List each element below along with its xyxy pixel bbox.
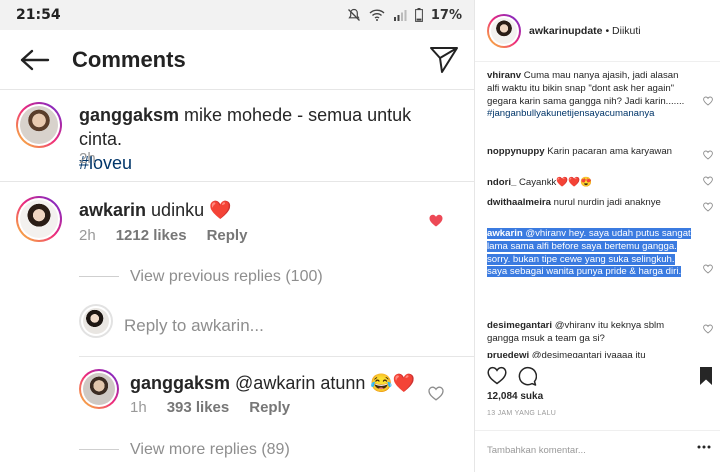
comment-username[interactable]: awkarin: [79, 200, 146, 220]
wifi-icon: [369, 9, 385, 21]
post-user: awkarinupdate • Diikuti: [529, 25, 641, 37]
heart-filled-icon[interactable]: [429, 214, 443, 227]
post-username[interactable]: awkarinupdate: [529, 25, 603, 37]
avatar[interactable]: [487, 13, 521, 48]
battery-icon: [414, 8, 423, 22]
comment-icon[interactable]: [517, 366, 537, 386]
more-options-icon[interactable]: [697, 445, 711, 449]
list-item: ndori_ Cayankk❤️❤️😍: [487, 177, 593, 188]
post-header: awkarinupdate • Diikuti: [475, 0, 720, 62]
comment-likes[interactable]: 1212 likes: [116, 227, 187, 244]
reply-input[interactable]: Reply to awkarin...: [124, 316, 264, 336]
heart-outline-icon[interactable]: [703, 324, 713, 334]
reply-meta: 1h 393 likes Reply: [130, 399, 290, 416]
comment-time: 2h: [79, 227, 96, 244]
back-button[interactable]: [0, 30, 70, 90]
heart-outline-icon[interactable]: [703, 150, 713, 160]
caption-text: ganggaksm mike mohede - semua untuk cint…: [79, 105, 412, 173]
battery-percent: 17%: [430, 7, 462, 23]
list-item-selected: awkarin @vhiranv hey. saya udah putus sa…: [487, 228, 691, 278]
divider-line: [79, 449, 119, 450]
mute-icon: [347, 8, 360, 21]
avatar[interactable]: [16, 102, 62, 148]
heart-outline-icon[interactable]: [703, 264, 713, 274]
signal-icon: [393, 10, 407, 21]
list-item: vhiranv Cuma mau nanya ajasih, jadi alas…: [487, 70, 685, 120]
add-comment-input[interactable]: Tambahkan komentar...: [487, 445, 586, 456]
status-icons: 17%: [347, 8, 462, 23]
desktop-post-panel: awkarinupdate • Diikuti vhiranv Cuma mau…: [474, 0, 720, 472]
likes-count[interactable]: 12,084 suka: [487, 391, 543, 402]
divider: [79, 356, 474, 357]
divider-line: [79, 276, 119, 277]
view-previous-replies[interactable]: View previous replies (100): [130, 268, 323, 286]
comment-meta: 2h 1212 likes Reply: [79, 227, 247, 244]
page-title: Comments: [72, 46, 186, 72]
avatar: [79, 304, 113, 338]
avatar[interactable]: [16, 196, 62, 242]
list-item: desimegantari @vhiranv itu keknya sblm g…: [487, 320, 665, 344]
app-bar: Comments: [0, 30, 474, 90]
reply-likes[interactable]: 393 likes: [167, 399, 230, 416]
direct-send-icon[interactable]: [428, 44, 460, 76]
add-comment-bar: Tambahkan komentar...: [475, 430, 720, 472]
follow-state[interactable]: • Diikuti: [603, 25, 640, 37]
caption-username[interactable]: ganggaksm: [79, 105, 179, 125]
heart-outline-icon[interactable]: [703, 96, 713, 106]
avatar[interactable]: [79, 369, 119, 409]
status-bar: 21:54 17%: [0, 0, 474, 30]
heart-outline-icon[interactable]: [428, 386, 444, 401]
post-caption: ganggaksm mike mohede - semua untuk cint…: [0, 92, 474, 182]
list-item: pruedewi @desimegantari iyaaaa itu: [487, 350, 646, 358]
reply-button[interactable]: Reply: [207, 227, 248, 244]
reply-button[interactable]: Reply: [249, 399, 290, 416]
reply-text: ganggaksm @awkarin atunn 😂❤️: [130, 373, 416, 393]
comment-text: awkarin udinku ❤️: [79, 200, 232, 220]
reply-username[interactable]: ganggaksm: [130, 373, 230, 393]
list-item: dwithaalmeira nurul nurdin jadi anaknye: [487, 197, 661, 208]
list-item: noppynuppy Karin pacaran ama karyawan: [487, 146, 673, 157]
back-arrow-icon: [20, 49, 50, 70]
heart-outline-icon[interactable]: [487, 366, 507, 386]
heart-outline-icon[interactable]: [703, 202, 713, 212]
caption-meta: 2h: [79, 150, 96, 167]
heart-outline-icon[interactable]: [703, 176, 713, 186]
post-time: 13 JAM YANG LALU: [487, 410, 557, 417]
mobile-comments-screen: 21:54 17% Comments ganggaksm mike mohede…: [0, 0, 474, 472]
reply-time: 1h: [130, 399, 147, 416]
bookmark-icon[interactable]: [699, 366, 713, 386]
view-more-replies[interactable]: View more replies (89): [130, 441, 290, 459]
status-time: 21:54: [16, 7, 61, 23]
post-actions: [487, 366, 713, 388]
caption-time: 2h: [79, 150, 96, 167]
